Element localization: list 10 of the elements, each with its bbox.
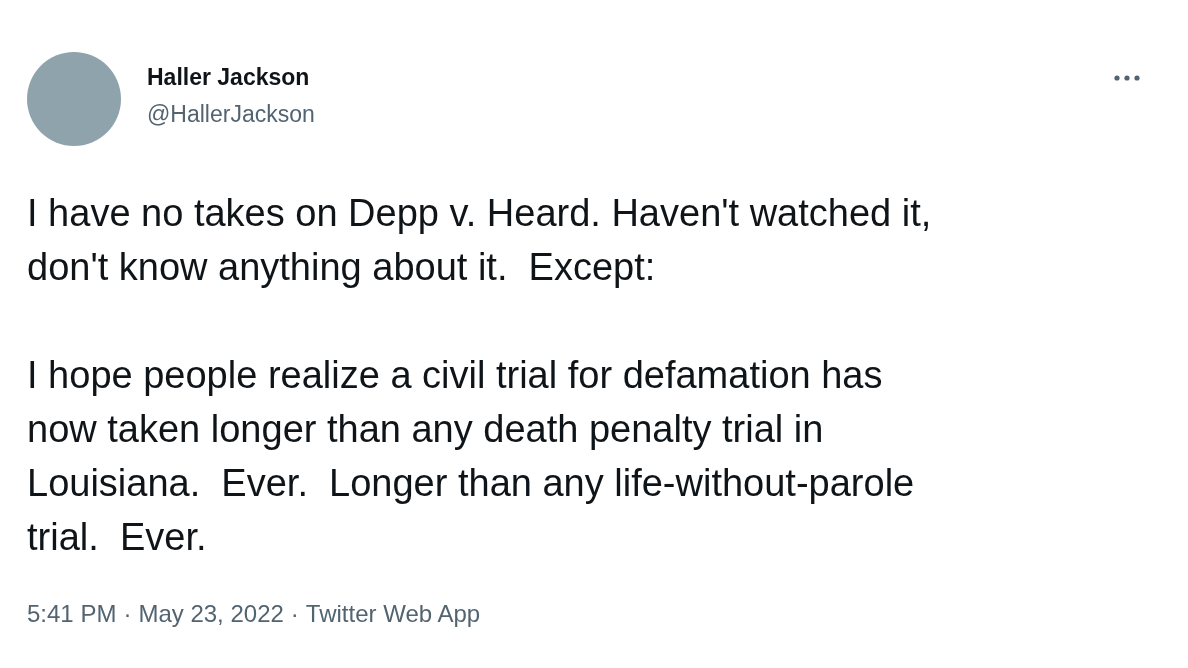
more-options-icon[interactable]: [1113, 74, 1141, 82]
separator-dot: ·: [290, 600, 299, 628]
tweet-date[interactable]: May 23, 2022: [138, 600, 284, 628]
tweet-source[interactable]: Twitter Web App: [305, 600, 481, 628]
tweet-paragraph: I hope people realize a civil trial for defamation has now taken longer than any death penalty trial in Louisiana. Ever. Longer than any life-without-parole trial. Ever.: [27, 353, 916, 560]
separator-dot: ·: [123, 600, 132, 628]
author-name[interactable]: Haller Jackson: [147, 64, 315, 91]
tweet-paragraph: I have no takes on Depp v. Heard. Haven't watched it, don't know anything about it. Except:: [27, 191, 933, 290]
tweet-time[interactable]: 5:41 PM: [27, 600, 117, 628]
author-handle[interactable]: @HallerJackson: [147, 101, 315, 128]
